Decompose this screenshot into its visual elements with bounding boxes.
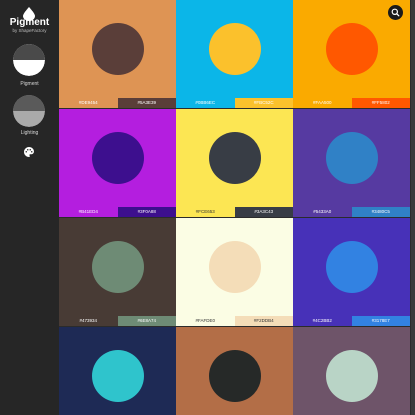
color-circle [91,241,144,293]
color-card[interactable]: #473934 #6E8A74 [59,218,176,326]
color-circle [208,23,261,75]
scrollbar[interactable] [411,0,415,415]
search-button[interactable] [388,5,403,20]
background-hex-label[interactable]: #5433A0 [293,207,352,217]
color-card[interactable]: #FAFDE0 #F2DDB4 [176,218,293,326]
color-card[interactable]: #B41ED4 #3F0A88 [59,109,176,217]
color-card[interactable] [293,327,410,415]
color-circle [208,241,261,293]
background-hex-label[interactable]: #DE9454 [59,98,118,108]
color-grid: #DE9454 #5A3E39 #0BB6EC #FBC52C #FAA500 #FF58… [59,0,411,415]
sidebar-item-pigment[interactable]: Pigment [0,44,59,92]
color-circle [91,350,144,402]
circle-hex-label[interactable]: #3A3C43 [234,207,293,217]
circle-hex-label[interactable]: #FBC52C [234,98,293,108]
circle-hex-label[interactable]: #5A3E39 [117,98,176,108]
color-circle [325,23,378,75]
circle-hex-label[interactable]: #3F0A88 [117,207,176,217]
app-title: Pigment [9,17,50,28]
circle-hex-label[interactable]: #3178E7 [351,316,410,326]
color-card[interactable]: #FCE653 #3A3C43 [176,109,293,217]
color-card[interactable]: #4C2BB2 #3178E7 [293,218,410,326]
circle-hex-label[interactable]: #3480C5 [351,207,410,217]
background-hex-label[interactable]: #0BB6EC [176,98,235,108]
color-circle [91,132,144,184]
background-hex-label[interactable]: #FAFDE0 [176,316,235,326]
half-circle-icon [13,44,45,76]
background-hex-label[interactable]: #FAA500 [293,98,352,108]
sidebar-item-label: Pigment [20,81,39,87]
color-card[interactable] [176,327,293,415]
color-circle [325,241,378,293]
color-card[interactable]: #0BB6EC #FBC52C [176,0,293,108]
search-icon [391,8,400,17]
background-hex-label[interactable]: #B41ED4 [59,207,118,217]
color-card[interactable]: #DE9454 #5A3E39 [59,0,176,108]
circle-hex-label[interactable]: #6E8A74 [117,316,176,326]
color-circle [208,132,261,184]
background-hex-label[interactable]: #473934 [59,316,118,326]
circle-hex-label[interactable]: #F2DDB4 [234,316,293,326]
color-circle [208,350,261,402]
color-circle [325,350,378,402]
background-hex-label[interactable]: #4C2BB2 [293,316,352,326]
sidebar: Pigment by ShapeFactory Pigment Lighting [0,0,59,415]
lighting-circle-icon [13,95,45,127]
color-card[interactable]: #5433A0 #3480C5 [293,109,410,217]
sidebar-item-label: Lighting [20,130,39,136]
color-card[interactable] [59,327,176,415]
app-subtitle: by ShapeFactory [12,28,47,33]
color-circle [91,23,144,75]
sidebar-item-lighting[interactable]: Lighting [0,95,59,139]
palette-icon[interactable] [23,146,35,158]
circle-hex-label[interactable]: #FF5802 [351,98,410,108]
background-hex-label[interactable]: #FCE653 [176,207,235,217]
color-circle [325,132,378,184]
